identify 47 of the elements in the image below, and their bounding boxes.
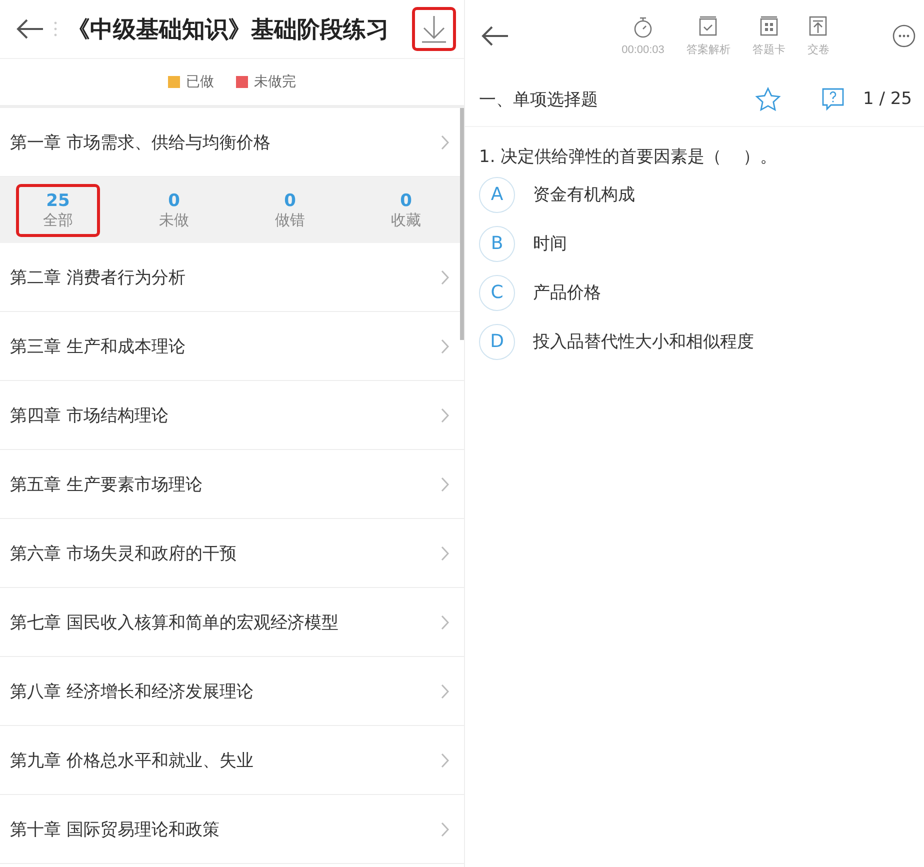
- chevron-right-icon: [441, 822, 450, 836]
- chevron-right-icon: [441, 546, 450, 560]
- drag-handle-icon: [54, 21, 57, 37]
- download-button[interactable]: [412, 7, 456, 51]
- chapter-item[interactable]: 第七章 国民收入核算和简单的宏观经济模型: [0, 588, 464, 657]
- stat-label: 收藏: [391, 210, 421, 230]
- answer-option[interactable]: D 投入品替代性大小和相似程度: [479, 317, 910, 366]
- legend-label: 未做完: [254, 73, 296, 91]
- chapter-item[interactable]: 第五章 生产要素市场理论: [0, 450, 464, 519]
- answer-option[interactable]: A 资金有机构成: [479, 170, 910, 219]
- back-icon[interactable]: [481, 26, 509, 46]
- star-icon[interactable]: [755, 86, 782, 112]
- stat-count: 0: [400, 190, 412, 210]
- stat-label: 全部: [43, 210, 73, 230]
- chevron-right-icon: [441, 338, 450, 354]
- question-text: 1. 决定供给弹性的首要因素是（ ）。: [479, 146, 778, 168]
- chapter-item[interactable]: 第六章 市场失灵和政府的干预: [0, 519, 464, 588]
- upload-icon: [809, 16, 828, 36]
- answer-option[interactable]: C 产品价格: [479, 268, 910, 317]
- checkbox-icon: [699, 16, 718, 36]
- legend-label: 已做: [186, 73, 214, 91]
- grid-icon: [760, 16, 778, 36]
- stopwatch-icon: [632, 16, 653, 38]
- chapter-item[interactable]: 第十章 国际贸易理论和政策: [0, 795, 464, 864]
- chevron-right-icon: [441, 684, 450, 698]
- chevron-right-icon: [441, 270, 450, 284]
- chevron-right-icon: [441, 408, 450, 422]
- chapter-item[interactable]: 第八章 经济增长和经济发展理论: [0, 657, 464, 726]
- stat-count: 0: [284, 190, 296, 210]
- section-title: 一、单项选择题: [479, 88, 599, 110]
- question-counter: 1 / 25: [863, 89, 912, 109]
- stat-label: 做错: [275, 210, 305, 230]
- download-icon: [421, 14, 447, 44]
- stat-count: 0: [168, 190, 180, 210]
- answer-option[interactable]: B 时间: [479, 219, 910, 268]
- chapter-item[interactable]: 第四章 市场结构理论: [0, 381, 464, 450]
- stat-count: 25: [46, 190, 70, 210]
- page-title: 《中级基础知识》基础阶段练习: [67, 16, 390, 44]
- help-icon[interactable]: [821, 87, 846, 111]
- back-icon[interactable]: [16, 19, 44, 39]
- more-icon[interactable]: [892, 24, 916, 48]
- chevron-right-icon: [441, 752, 450, 768]
- stat-label: 未做: [159, 210, 189, 230]
- chevron-right-icon: [441, 476, 450, 492]
- chevron-right-icon: [441, 614, 450, 630]
- chapter-item[interactable]: 第九章 价格总水平和就业、失业: [0, 726, 464, 795]
- chevron-right-icon: [441, 134, 450, 150]
